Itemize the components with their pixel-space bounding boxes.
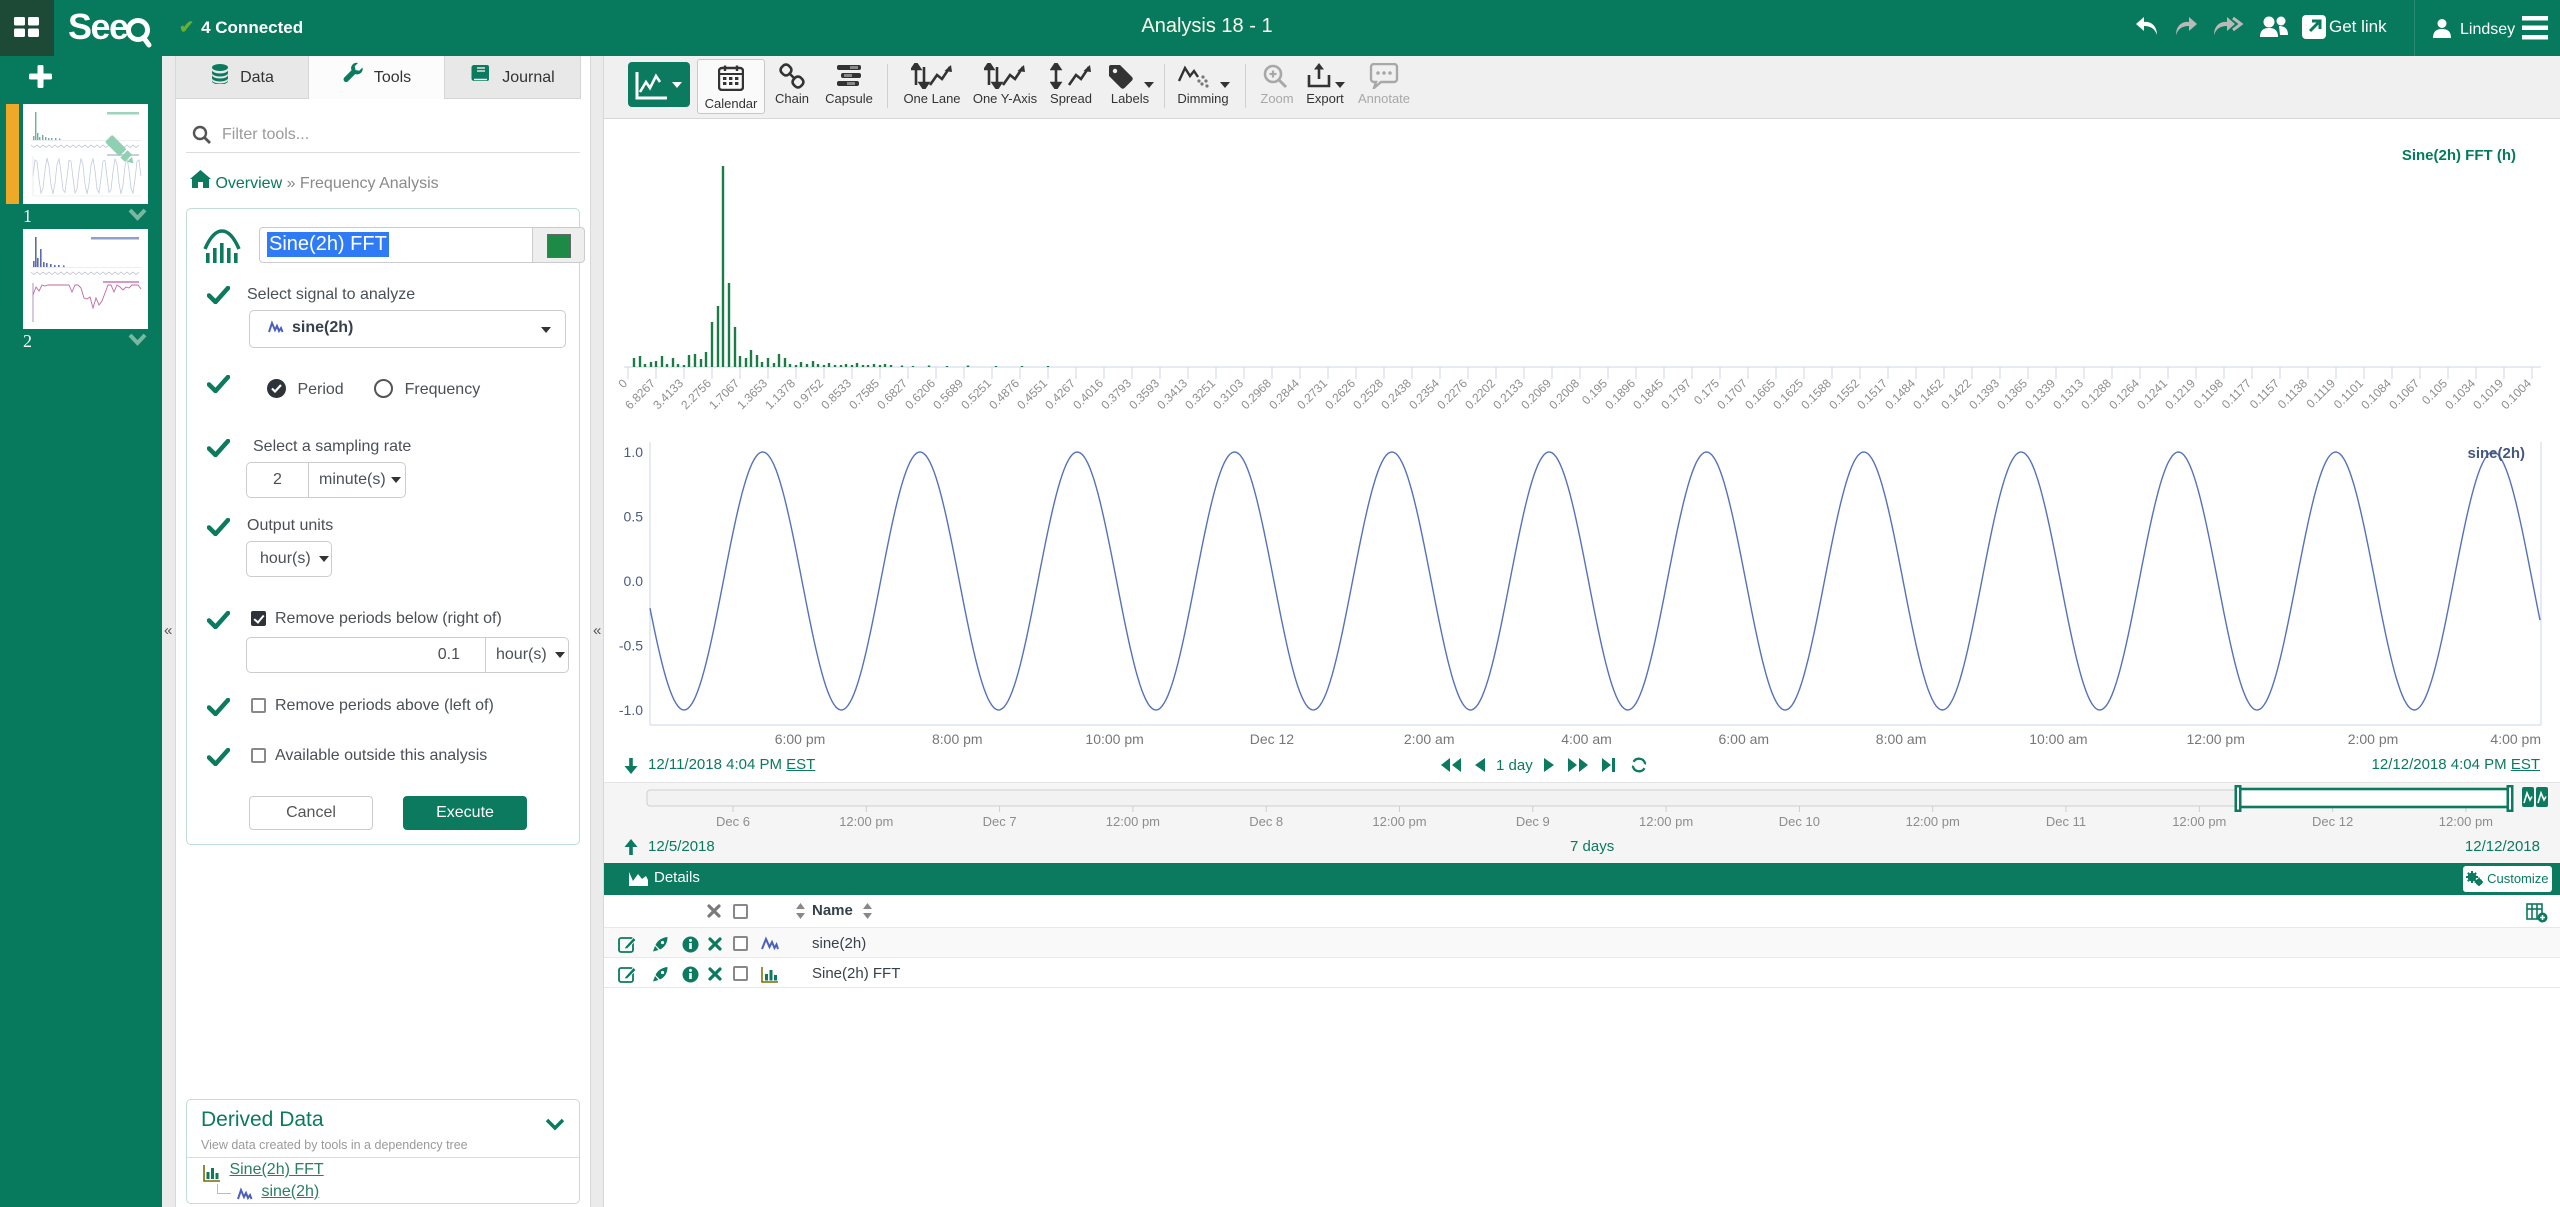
svg-text:1.7067: 1.7067 bbox=[706, 376, 742, 412]
svg-text:2:00 am: 2:00 am bbox=[1404, 731, 1455, 747]
svg-text:0.6206: 0.6206 bbox=[902, 376, 938, 412]
svg-text:0.2202: 0.2202 bbox=[1462, 376, 1498, 412]
svg-text:0.1393: 0.1393 bbox=[1966, 376, 2002, 412]
svg-text:0.4267: 0.4267 bbox=[1042, 376, 1078, 412]
svg-text:0.2133: 0.2133 bbox=[1490, 376, 1526, 412]
svg-text:0.2276: 0.2276 bbox=[1434, 376, 1470, 412]
svg-text:0.1198: 0.1198 bbox=[2191, 376, 2226, 411]
svg-text:10:00 pm: 10:00 pm bbox=[1085, 731, 1143, 747]
svg-text:12:00 pm: 12:00 pm bbox=[839, 814, 893, 829]
svg-text:Sine(2h) FFT (h): Sine(2h) FFT (h) bbox=[2402, 147, 2516, 164]
svg-text:0.5251: 0.5251 bbox=[958, 376, 994, 412]
svg-text:0.1625: 0.1625 bbox=[1770, 376, 1806, 412]
svg-text:Dec 8: Dec 8 bbox=[1249, 814, 1283, 829]
svg-text:0.4551: 0.4551 bbox=[1014, 376, 1050, 412]
svg-text:0.3413: 0.3413 bbox=[1154, 376, 1190, 412]
svg-text:0.1552: 0.1552 bbox=[1826, 376, 1862, 412]
svg-text:0.3103: 0.3103 bbox=[1210, 376, 1246, 412]
svg-text:12:00 pm: 12:00 pm bbox=[1906, 814, 1960, 829]
svg-text:0.3793: 0.3793 bbox=[1098, 376, 1134, 412]
svg-text:0.1004: 0.1004 bbox=[2498, 376, 2534, 412]
svg-text:0.1157: 0.1157 bbox=[2247, 376, 2282, 411]
svg-text:2:00 pm: 2:00 pm bbox=[2348, 731, 2399, 747]
svg-text:0.6827: 0.6827 bbox=[874, 376, 910, 412]
svg-text:0.0: 0.0 bbox=[624, 573, 644, 589]
svg-text:0.2844: 0.2844 bbox=[1266, 376, 1302, 412]
svg-text:0.2354: 0.2354 bbox=[1406, 376, 1442, 412]
svg-text:12:00 pm: 12:00 pm bbox=[2439, 814, 2493, 829]
svg-text:0.1138: 0.1138 bbox=[2275, 376, 2310, 411]
svg-text:12:00 pm: 12:00 pm bbox=[1639, 814, 1693, 829]
svg-text:0.1264: 0.1264 bbox=[2106, 376, 2142, 412]
svg-text:-0.5: -0.5 bbox=[619, 638, 643, 654]
svg-text:4:00 pm: 4:00 pm bbox=[2490, 731, 2541, 747]
svg-text:0.2008: 0.2008 bbox=[1546, 376, 1582, 412]
svg-text:0.2528: 0.2528 bbox=[1350, 376, 1386, 412]
svg-text:Dec 10: Dec 10 bbox=[1779, 814, 1820, 829]
svg-text:0.1365: 0.1365 bbox=[1994, 376, 2030, 412]
svg-text:0.4876: 0.4876 bbox=[986, 376, 1022, 412]
svg-text:6:00 pm: 6:00 pm bbox=[775, 731, 826, 747]
svg-text:0.1288: 0.1288 bbox=[2078, 376, 2114, 412]
svg-text:8:00 am: 8:00 am bbox=[1876, 731, 1927, 747]
svg-text:0.1588: 0.1588 bbox=[1798, 376, 1834, 412]
svg-text:0.1019: 0.1019 bbox=[2470, 376, 2506, 412]
svg-text:0.1339: 0.1339 bbox=[2022, 376, 2058, 412]
svg-text:0.1665: 0.1665 bbox=[1742, 376, 1778, 412]
svg-text:0.9752: 0.9752 bbox=[790, 376, 826, 412]
svg-text:0.1313: 0.1313 bbox=[2050, 376, 2086, 412]
svg-text:Dec 6: Dec 6 bbox=[716, 814, 750, 829]
svg-text:6.8267: 6.8267 bbox=[622, 376, 658, 412]
svg-text:Dec 12: Dec 12 bbox=[1250, 731, 1295, 747]
svg-text:0.1896: 0.1896 bbox=[1602, 376, 1638, 412]
svg-text:0.8533: 0.8533 bbox=[818, 376, 854, 412]
svg-text:1.3653: 1.3653 bbox=[734, 376, 770, 412]
svg-text:0.1034: 0.1034 bbox=[2442, 376, 2478, 412]
svg-text:12:00 pm: 12:00 pm bbox=[2187, 731, 2245, 747]
svg-text:4:00 am: 4:00 am bbox=[1561, 731, 1612, 747]
svg-text:0.5689: 0.5689 bbox=[930, 376, 966, 412]
svg-text:0.7585: 0.7585 bbox=[846, 376, 882, 412]
svg-text:0.2069: 0.2069 bbox=[1518, 376, 1554, 412]
svg-text:0.2968: 0.2968 bbox=[1238, 376, 1274, 412]
svg-text:0.1517: 0.1517 bbox=[1854, 376, 1890, 412]
svg-text:0.5: 0.5 bbox=[624, 509, 644, 525]
svg-text:8:00 pm: 8:00 pm bbox=[932, 731, 983, 747]
svg-text:0.1452: 0.1452 bbox=[1910, 376, 1946, 412]
svg-text:0.1422: 0.1422 bbox=[1938, 376, 1974, 412]
svg-text:0.4016: 0.4016 bbox=[1070, 376, 1106, 412]
svg-text:0.3593: 0.3593 bbox=[1126, 376, 1162, 412]
svg-text:2.2756: 2.2756 bbox=[678, 376, 714, 412]
svg-text:0.1119: 0.1119 bbox=[2304, 376, 2339, 411]
svg-text:0.1241: 0.1241 bbox=[2134, 376, 2170, 412]
svg-text:6:00 am: 6:00 am bbox=[1719, 731, 1770, 747]
svg-text:0.1845: 0.1845 bbox=[1630, 376, 1666, 412]
svg-text:12:00 pm: 12:00 pm bbox=[1372, 814, 1426, 829]
svg-text:-1.0: -1.0 bbox=[619, 702, 643, 718]
svg-text:0.1707: 0.1707 bbox=[1714, 376, 1750, 412]
svg-text:Dec 9: Dec 9 bbox=[1516, 814, 1550, 829]
svg-text:0.1219: 0.1219 bbox=[2162, 376, 2198, 412]
svg-text:sine(2h): sine(2h) bbox=[2467, 445, 2525, 462]
svg-text:0.1177: 0.1177 bbox=[2219, 376, 2254, 411]
svg-text:0.2731: 0.2731 bbox=[1294, 376, 1330, 412]
svg-text:0.1067: 0.1067 bbox=[2386, 376, 2422, 412]
svg-text:3.4133: 3.4133 bbox=[650, 376, 686, 412]
svg-text:1.0: 1.0 bbox=[624, 444, 644, 460]
svg-text:0.2438: 0.2438 bbox=[1378, 376, 1414, 412]
svg-text:Dec 7: Dec 7 bbox=[983, 814, 1017, 829]
svg-text:0.1797: 0.1797 bbox=[1658, 376, 1694, 412]
svg-text:Dec 11: Dec 11 bbox=[2046, 814, 2086, 829]
svg-text:0.3251: 0.3251 bbox=[1182, 376, 1218, 412]
svg-text:0.2626: 0.2626 bbox=[1322, 376, 1358, 412]
svg-text:1.1378: 1.1378 bbox=[762, 376, 798, 412]
svg-text:0.1084: 0.1084 bbox=[2358, 376, 2394, 412]
svg-text:0.1484: 0.1484 bbox=[1882, 376, 1918, 412]
svg-text:Dec 12: Dec 12 bbox=[2312, 814, 2353, 829]
svg-text:10:00 am: 10:00 am bbox=[2029, 731, 2087, 747]
svg-text:12:00 pm: 12:00 pm bbox=[1106, 814, 1160, 829]
svg-text:12:00 pm: 12:00 pm bbox=[2172, 814, 2226, 829]
